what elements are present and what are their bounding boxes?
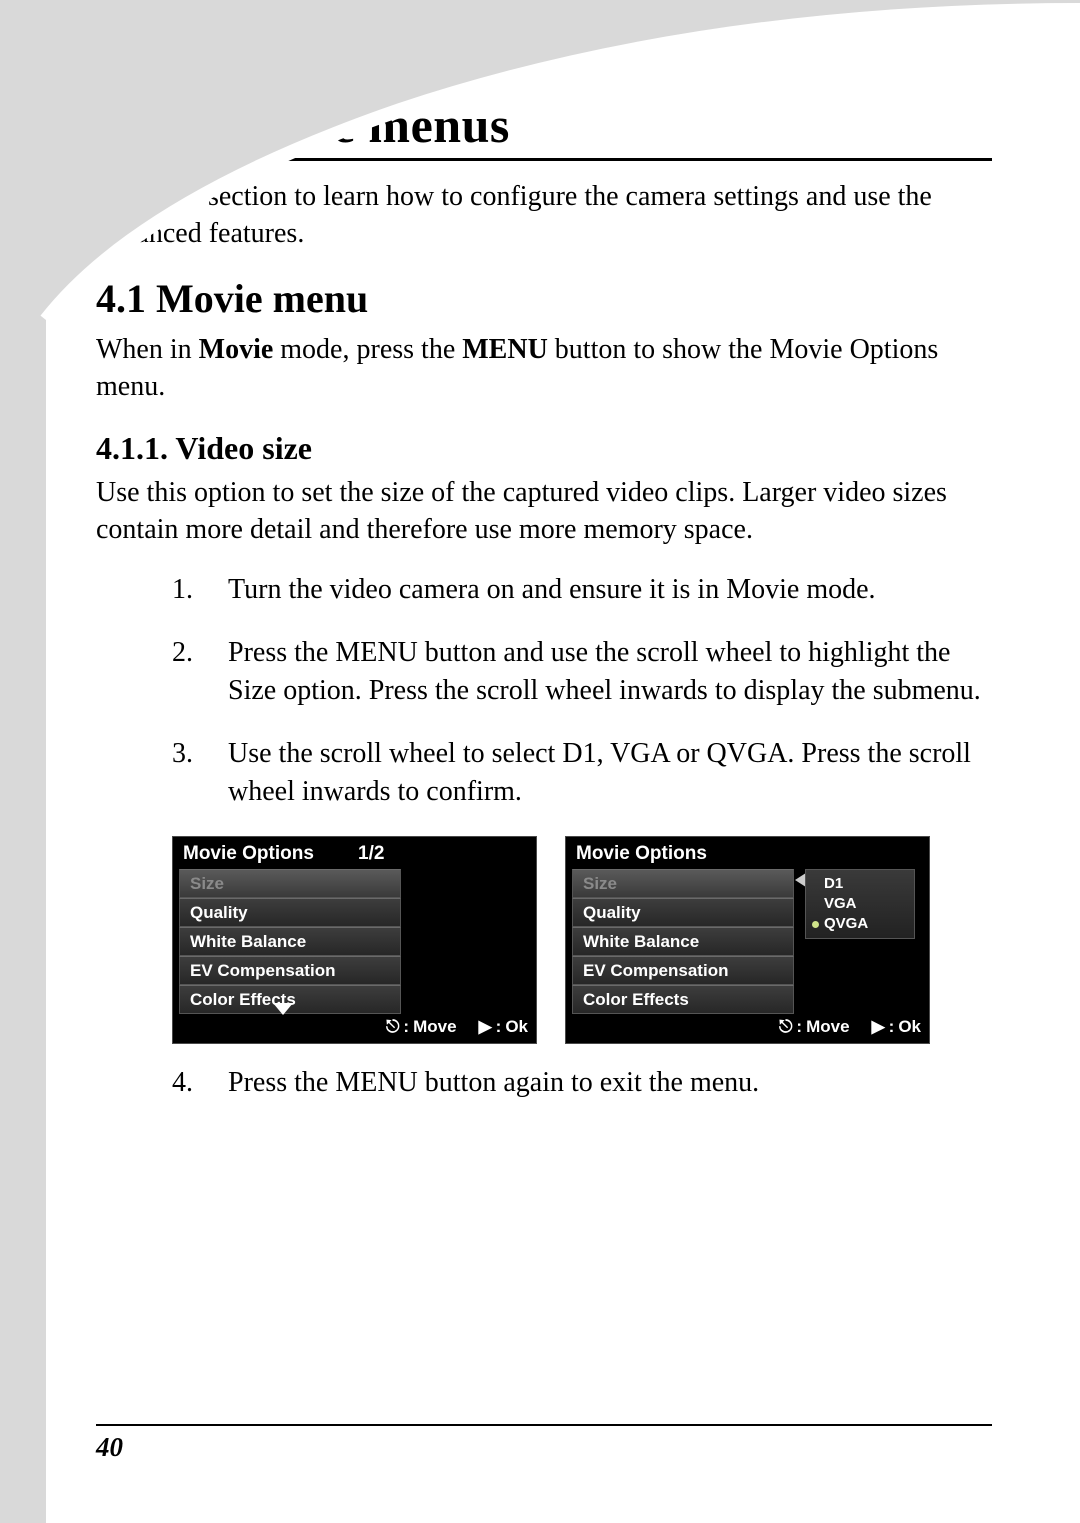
- lcd-hints: ⎋: Move ▶: Ok: [779, 1017, 921, 1037]
- chapter-title: Using the menus: [150, 97, 510, 153]
- section-title: Movie menu: [156, 276, 368, 321]
- section-heading: 4.1 Movie menu: [96, 275, 992, 322]
- lcd-menu-item: Color Effects: [572, 985, 794, 1014]
- lcd-menu: Size Quality White Balance EV Compensati…: [572, 869, 794, 1014]
- lcd-right: Movie Options Size Quality White Balance…: [565, 836, 930, 1044]
- steps-list: 1. Turn the video camera on and ensure i…: [172, 571, 992, 811]
- footer-rule: [96, 1424, 992, 1426]
- chapter-number: 4: [96, 96, 122, 154]
- lcd-menu-item: EV Compensation: [179, 956, 401, 985]
- lcd-hints: ⎋: Move ▶: Ok: [386, 1017, 528, 1037]
- lcd-menu: Size Quality White Balance EV Compensati…: [179, 869, 401, 1014]
- lcd-submenu-item: D1: [810, 874, 910, 894]
- lcd-left: Movie Options 1/2 Size Quality White Bal…: [172, 836, 537, 1044]
- side-band: [0, 320, 46, 1523]
- scroll-down-icon: [273, 1003, 293, 1015]
- dpad-icon: ⎋: [386, 1017, 399, 1037]
- subsection-intro: Use this option to set the size of the c…: [96, 475, 992, 549]
- lcd-title: Movie Options: [566, 837, 929, 869]
- subsection-heading: 4.1.1. Video size: [96, 430, 992, 467]
- lcd-page-indicator: 1/2: [358, 843, 384, 865]
- ok-icon: ▶: [872, 1017, 885, 1037]
- lcd-submenu-item: QVGA: [810, 914, 910, 934]
- subsection-title: Video size: [175, 430, 312, 466]
- ok-icon: ▶: [479, 1017, 492, 1037]
- subsection-number: 4.1.1.: [96, 430, 168, 466]
- lcd-menu-item: Quality: [179, 898, 401, 927]
- step-4: 4. Press the MENU button again to exit t…: [172, 1064, 992, 1102]
- lcd-submenu: D1 VGA QVGA: [805, 869, 915, 939]
- step-3: 3. Use the scroll wheel to select D1, VG…: [172, 735, 992, 810]
- screenshots-row: Movie Options 1/2 Size Quality White Bal…: [172, 836, 992, 1044]
- lcd-menu-item: Size: [179, 869, 401, 898]
- page-number: 40: [96, 1432, 992, 1463]
- lcd-menu-item: White Balance: [572, 927, 794, 956]
- section-intro: When in Movie mode, press the MENU butto…: [96, 332, 992, 406]
- lcd-menu-item: Quality: [572, 898, 794, 927]
- chapter-heading: 4 Using the menus: [96, 96, 992, 161]
- step-2: 2. Press the MENU button and use the scr…: [172, 634, 992, 709]
- lcd-menu-item: EV Compensation: [572, 956, 794, 985]
- lcd-submenu-item: VGA: [810, 894, 910, 914]
- lcd-menu-item: White Balance: [179, 927, 401, 956]
- steps-list-continued: 4. Press the MENU button again to exit t…: [172, 1064, 992, 1102]
- chapter-intro: Read this section to learn how to config…: [96, 179, 992, 253]
- lcd-title: Movie Options: [173, 837, 536, 869]
- dpad-icon: ⎋: [779, 1017, 792, 1037]
- section-number: 4.1: [96, 276, 146, 321]
- step-1: 1. Turn the video camera on and ensure i…: [172, 571, 992, 609]
- lcd-menu-item: Size: [572, 869, 794, 898]
